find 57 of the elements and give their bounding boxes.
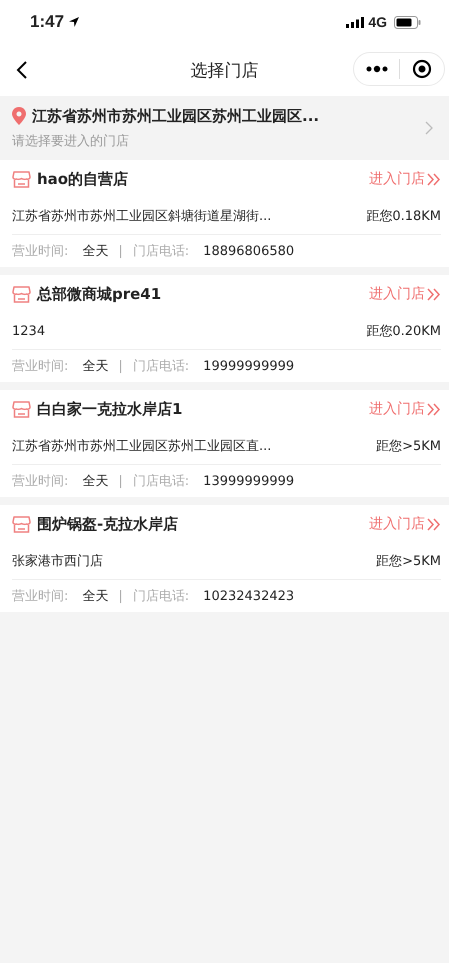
phone-label: 门店电话: <box>132 473 190 490</box>
network-label: 4G <box>368 14 387 30</box>
signal-icon <box>346 16 364 28</box>
separator-text: | <box>118 588 123 604</box>
store-distance: 距您0.20KM <box>366 323 441 340</box>
store-address: 1234 <box>12 324 46 338</box>
store-card[interactable]: 总部微商城pre41 进入门店 1234 距您0.20KM 营业时间: 全天 | 门店电话: 19999999999 <box>0 275 449 382</box>
phone-label: 门店电话: <box>132 243 190 260</box>
store-card[interactable]: 白白家一克拉水岸店1 进入门店 江苏省苏州市苏州工业园区苏州工业园区直... 距您>5KM 营业时间: 全天 | 门店电话: 13999999999 <box>0 390 449 497</box>
more-icon[interactable] <box>366 65 388 73</box>
store-distance: 距您>5KM <box>376 438 441 455</box>
back-icon[interactable] <box>16 60 28 80</box>
store-icon <box>12 170 31 188</box>
store-card[interactable]: hao的自营店 进入门店 江苏省苏州市苏州工业园区斜塘街道星湖街... 距您0.18KM 营业时间: 全天 | 门店电话: 18896806580 <box>0 160 449 267</box>
battery-icon <box>394 16 421 28</box>
hours-value: 全天 <box>82 473 108 490</box>
store-icon <box>12 400 31 418</box>
hours-value: 全天 <box>82 358 108 375</box>
store-card[interactable]: 围炉锅盔-克拉水岸店 进入门店 张家港市西门店 距您>5KM 营业时间: 全天 | 门店电话: 10232432423 <box>0 505 449 612</box>
location-arrow-icon <box>68 16 80 28</box>
phone-number: 19999999999 <box>203 358 294 374</box>
phone-number: 10232432423 <box>203 588 294 604</box>
location-hint: 请选择要进入的门店 <box>12 132 130 150</box>
double-chevron-icon <box>427 518 441 530</box>
store-name: hao的自营店 <box>37 170 130 188</box>
hours-label: 营业时间: <box>12 473 68 490</box>
hours-label: 营业时间: <box>12 358 68 375</box>
double-chevron-icon <box>427 402 441 416</box>
separator-text: | <box>118 474 123 488</box>
hours-label: 营业时间: <box>12 588 68 605</box>
location-address: 江苏省苏州市苏州工业园区苏州工业园区... <box>32 106 320 126</box>
phone-label: 门店电话: <box>132 588 190 605</box>
phone-label: 门店电话: <box>132 358 190 375</box>
separator-text: | <box>118 358 123 374</box>
hours-label: 营业时间: <box>12 243 68 260</box>
store-address: 江苏省苏州市苏州工业园区斜塘街道星湖街... <box>12 208 272 225</box>
store-name: 总部微商城pre41 <box>37 284 162 304</box>
hours-value: 全天 <box>82 243 108 260</box>
chevron-right-icon <box>425 121 433 135</box>
phone-number: 13999999999 <box>203 474 294 488</box>
store-name: 白白家一克拉水岸店1 <box>37 400 184 418</box>
page-title: 选择门店 <box>190 60 258 82</box>
store-distance: 距您0.18KM <box>366 208 441 225</box>
status-time: 1:47 <box>30 12 64 32</box>
store-icon <box>12 516 31 532</box>
store-distance: 距您>5KM <box>376 553 441 570</box>
store-address: 张家港市西门店 <box>12 553 103 570</box>
hours-value: 全天 <box>82 588 108 605</box>
store-address: 江苏省苏州市苏州工业园区苏州工业园区直... <box>12 438 272 455</box>
location-pin-icon <box>12 107 26 125</box>
double-chevron-icon <box>427 172 441 186</box>
double-chevron-icon <box>427 288 441 300</box>
store-icon <box>12 286 31 302</box>
phone-number: 18896806580 <box>203 244 294 258</box>
separator-text: | <box>118 244 123 258</box>
close-icon[interactable] <box>412 59 432 79</box>
store-name: 围炉锅盔-克拉水岸店 <box>37 514 180 534</box>
